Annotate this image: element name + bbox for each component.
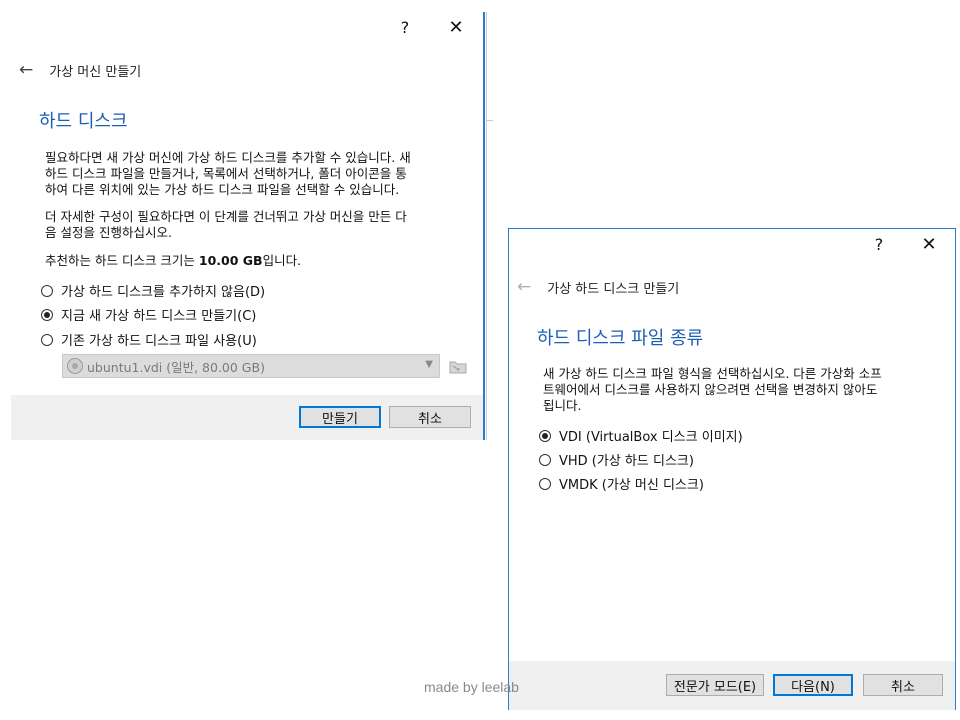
close-button[interactable]: ✕: [911, 229, 947, 259]
existing-disk-value: ubuntu1.vdi (일반, 80.00 GB): [87, 359, 265, 375]
dialog-footer: 전문가 모드(E) 다음(N) 취소: [509, 661, 955, 710]
option-label: 기존 가상 하드 디스크 파일 사용(U): [61, 334, 257, 349]
back-arrow-icon[interactable]: ←: [19, 60, 33, 80]
disk-icon: [67, 358, 83, 374]
create-button[interactable]: 만들기: [299, 406, 381, 428]
option-label: VDI (VirtualBox 디스크 이미지): [559, 430, 743, 445]
expert-mode-button[interactable]: 전문가 모드(E): [666, 674, 764, 696]
radio-icon[interactable]: [41, 333, 53, 346]
recommend-prefix: 추천하는 하드 디스크 크기는: [45, 253, 199, 268]
option-label: VHD (가상 하드 디스크): [559, 454, 694, 469]
cancel-button[interactable]: 취소: [389, 406, 471, 428]
help-icon: ?: [874, 234, 884, 254]
radio-icon[interactable]: [539, 453, 551, 466]
existing-disk-select: ubuntu1.vdi (일반, 80.00 GB) ▼: [62, 354, 440, 378]
description-line: 트웨어에서 디스크를 사용하지 않으려면 선택을 변경하지 않아도: [543, 382, 878, 397]
option-vhd[interactable]: VHD (가상 하드 디스크): [539, 450, 694, 469]
radio-icon[interactable]: [539, 477, 551, 490]
description-line: 됩니다.: [543, 398, 582, 413]
close-icon: ✕: [448, 16, 464, 38]
option-label: 가상 하드 디스크를 추가하지 않음(D): [61, 285, 266, 300]
option-label: 지금 새 가상 하드 디스크 만들기(C): [61, 309, 257, 324]
wizard-nav: ← 가상 머신 만들기: [19, 60, 141, 80]
help-button[interactable]: ?: [861, 229, 897, 259]
help-icon: ?: [400, 17, 410, 37]
back-arrow-icon: ←: [517, 277, 532, 297]
description-line: 새 가상 하드 디스크 파일 형식을 선택하십시오. 다른 가상화 소프: [543, 366, 882, 381]
next-button[interactable]: 다음(N): [773, 674, 853, 696]
cancel-button[interactable]: 취소: [863, 674, 943, 696]
description-line: 더 자세한 구성이 필요하다면 이 단계를 건너뛰고 가상 머신을 만든 다: [45, 209, 407, 224]
section-title: 하드 디스크 파일 종류: [537, 328, 704, 349]
option-label: VMDK (가상 머신 디스크): [559, 478, 704, 493]
radio-icon[interactable]: [41, 284, 53, 297]
recommend-size: 10.00 GB: [198, 253, 263, 268]
wizard-title: 가상 머신 만들기: [49, 64, 142, 80]
description-line: 음 설정을 진행하십시오.: [45, 225, 172, 240]
description-line: 필요하다면 새 가상 머신에 가상 하드 디스크를 추가할 수 있습니다. 새: [45, 150, 411, 165]
close-icon: ✕: [921, 233, 937, 255]
help-button[interactable]: ?: [387, 12, 423, 42]
watermark: made by leelab: [424, 679, 519, 695]
option-vmdk[interactable]: VMDK (가상 머신 디스크): [539, 474, 704, 493]
section-title: 하드 디스크: [39, 111, 128, 132]
description-paragraph-2: 더 자세한 구성이 필요하다면 이 단계를 건너뛰고 가상 머신을 만든 다 음…: [45, 209, 407, 241]
description-line: 하드 디스크 파일을 만들거나, 목록에서 선택하거나, 폴더 아이콘을 통: [45, 166, 407, 181]
radio-icon[interactable]: [41, 308, 53, 321]
description-line: 하여 다른 위치에 있는 가상 하드 디스크 파일을 선택할 수 있습니다.: [45, 182, 400, 197]
option-use-existing[interactable]: 기존 가상 하드 디스크 파일 사용(U): [41, 330, 257, 349]
wizard-nav: ← 가상 하드 디스크 만들기: [517, 277, 679, 297]
create-vm-dialog: ? ✕ ← 가상 머신 만들기 하드 디스크 필요하다면 새 가상 머신에 가상…: [11, 12, 485, 440]
dropdown-arrow-icon: ▼: [425, 359, 433, 370]
background-window-edge: [486, 12, 487, 440]
background-window-line: [487, 120, 493, 121]
wizard-title: 가상 하드 디스크 만들기: [547, 281, 680, 297]
recommended-size-text: 추천하는 하드 디스크 크기는 10.00 GB입니다.: [45, 253, 301, 269]
option-vdi[interactable]: VDI (VirtualBox 디스크 이미지): [539, 426, 743, 445]
option-create-new-disk[interactable]: 지금 새 가상 하드 디스크 만들기(C): [41, 305, 256, 324]
close-button[interactable]: ✕: [438, 12, 474, 42]
description-paragraph: 새 가상 하드 디스크 파일 형식을 선택하십시오. 다른 가상화 소프 트웨어…: [543, 366, 882, 414]
create-disk-dialog: ? ✕ ← 가상 하드 디스크 만들기 하드 디스크 파일 종류 새 가상 하드…: [508, 228, 956, 710]
option-no-disk[interactable]: 가상 하드 디스크를 추가하지 않음(D): [41, 281, 265, 300]
dialog-footer: 만들기 취소: [11, 395, 483, 440]
recommend-suffix: 입니다.: [262, 253, 302, 268]
folder-icon: [449, 361, 467, 373]
description-paragraph-1: 필요하다면 새 가상 머신에 가상 하드 디스크를 추가할 수 있습니다. 새 …: [45, 150, 411, 198]
choose-file-button: [447, 356, 469, 376]
radio-icon[interactable]: [539, 429, 551, 442]
